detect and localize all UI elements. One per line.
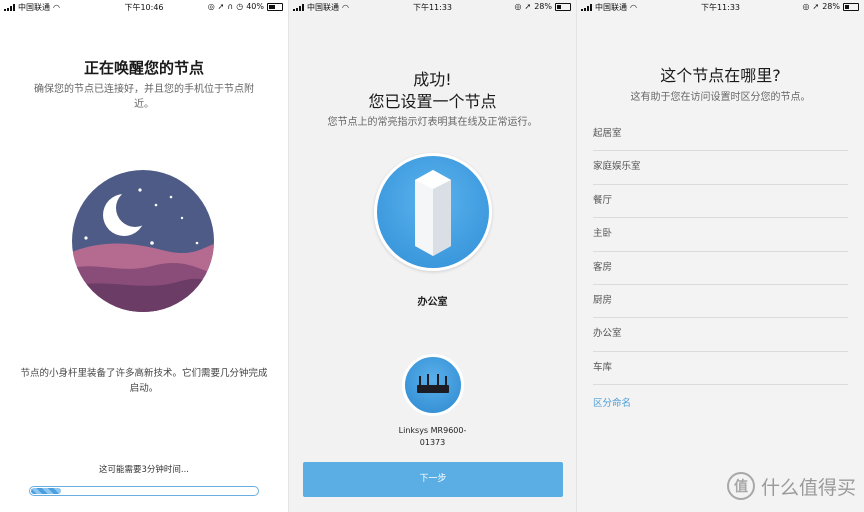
custom-name-link[interactable]: 区分命名 (593, 385, 848, 409)
location-icon: ➚ (812, 2, 820, 11)
router-name: Linksys MR9600- 01373 (289, 425, 576, 449)
star-icon (154, 203, 158, 207)
success-description: 您节点上的常亮指示灯表明其在线及正常运行。 (327, 117, 538, 128)
lock-rotation-icon: ◎ (514, 2, 522, 11)
success-subtitle-title: 您已设置一个节点 (368, 92, 497, 111)
page-subtitle: 确保您的节点已连接好，并且您的手机位于节点附 近。 (14, 82, 274, 112)
battery-icon (267, 2, 283, 11)
wait-hint: 这可能需要3分钟时间... (98, 465, 189, 475)
battery-percent: 28% (822, 2, 840, 11)
night-moon-illustration (72, 170, 214, 312)
watermark-badge: 值 (726, 472, 755, 500)
next-button[interactable]: 下一步 (303, 462, 563, 497)
star-icon (138, 188, 142, 192)
router-name-line: Linksys MR9600- (398, 426, 467, 435)
battery-percent: 40% (246, 2, 264, 11)
watermark: 值 什么值得买 (726, 472, 856, 500)
battery-icon (555, 2, 571, 11)
location-option-master-bedroom[interactable]: 主卧 (593, 218, 848, 252)
location-icon: ➚ (217, 2, 225, 11)
page-title: 这个节点在哪里? (660, 66, 781, 85)
info-text: 节点的小身杆里装备了许多高新技术。它们需要几分钟完成 启动。 (12, 366, 276, 396)
status-bar: 中国联通 ◠ 下午11:33 ◎ ➚ 28% (577, 0, 864, 14)
watermark-text: 什么值得买 (760, 476, 856, 499)
subtitle-line: 确保您的节点已连接好，并且您的手机位于节点附 (34, 84, 254, 95)
location-option-garage[interactable]: 车库 (593, 352, 848, 386)
location-option-family-room[interactable]: 家庭娱乐室 (593, 151, 848, 185)
router-image (402, 354, 464, 416)
info-line: 启动。 (129, 383, 159, 394)
panel-node-location: 中国联通 ◠ 下午11:33 ◎ ➚ 28% 这个节点在哪里? 这有助于您在访问… (576, 0, 864, 512)
battery-icon (843, 2, 859, 11)
location-option-guest-room[interactable]: 客房 (593, 252, 848, 285)
alarm-icon: ◷ (236, 2, 244, 11)
location-option-office[interactable]: 办公室 (593, 318, 848, 352)
battery-percent: 28% (534, 2, 552, 11)
node-location-label: 办公室 (417, 297, 448, 308)
panel-setup-success: 中国联通 ◠ 下午11:33 ◎ ➚ 28% 成功! 您已设置一个节点 您节点上… (288, 0, 576, 512)
subtitle-line: 近。 (134, 99, 154, 110)
progress-bar (29, 486, 259, 496)
node-image (374, 153, 492, 271)
status-bar: 中国联通 ◠ 下午10:46 ◎ ➚ ∩ ◷ 40% (0, 0, 288, 14)
star-icon (150, 241, 154, 245)
star-icon (180, 216, 184, 220)
location-icon: ➚ (524, 2, 532, 11)
star-icon (84, 236, 88, 240)
page-title: 正在唤醒您的节点 (83, 59, 204, 77)
headphones-icon: ∩ (227, 2, 234, 11)
star-icon (169, 195, 173, 199)
page-subtitle: 这有助于您在访问设置时区分您的节点。 (630, 92, 811, 103)
velop-node-icon (415, 170, 451, 256)
panel-waking-node: 中国联通 ◠ 下午10:46 ◎ ➚ ∩ ◷ 40% 正在唤醒您的节点 确保您的… (0, 0, 288, 512)
lock-rotation-icon: ◎ (207, 2, 215, 11)
location-list: 起居室 家庭娱乐室 餐厅 主卧 客房 厨房 办公室 车库 区分命名 (593, 118, 848, 409)
success-title: 成功! (413, 70, 452, 89)
router-icon (417, 374, 449, 393)
star-icon (195, 241, 199, 245)
status-bar: 中国联通 ◠ 下午11:33 ◎ ➚ 28% (289, 0, 576, 14)
info-line: 节点的小身杆里装备了许多高新技术。它们需要几分钟完成 (20, 368, 268, 379)
lock-rotation-icon: ◎ (802, 2, 810, 11)
location-option-kitchen[interactable]: 厨房 (593, 285, 848, 319)
router-name-line: 01373 (419, 438, 446, 447)
progress-fill (31, 488, 61, 494)
location-option-dining-room[interactable]: 餐厅 (593, 185, 848, 219)
location-option-living-room[interactable]: 起居室 (593, 118, 848, 152)
